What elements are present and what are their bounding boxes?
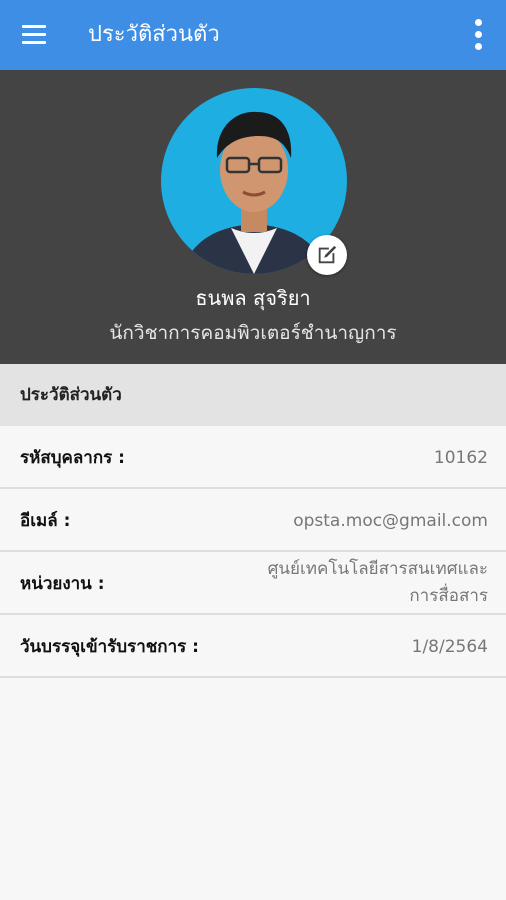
- app-bar: ประวัติส่วนตัว: [0, 0, 506, 70]
- employee-id-label: รหัสบุคลากร :: [20, 448, 125, 468]
- department-label: หน่วยงาน :: [20, 574, 105, 594]
- start-date-label: วันบรรจุเข้ารับราชการ :: [20, 637, 199, 657]
- profile-position: นักวิชาการคอมพิวเตอร์ชำนาญการ: [109, 322, 397, 344]
- info-row-employee-id: รหัสบุคลากร : 10162: [0, 426, 506, 489]
- edit-profile-button[interactable]: [307, 235, 347, 275]
- section-title: ประวัติส่วนตัว: [20, 385, 122, 405]
- department-value-line2: การสื่อสาร: [409, 586, 488, 606]
- hamburger-menu-icon[interactable]: [22, 25, 48, 45]
- employee-id-value: 10162: [433, 448, 488, 468]
- info-row-start-date: วันบรรจุเข้ารับราชการ : 1/8/2564: [0, 615, 506, 678]
- more-options-icon[interactable]: [470, 18, 486, 52]
- profile-header: ธนพล สุจริยา นักวิชาการคอมพิวเตอร์ชำนาญก…: [0, 70, 506, 364]
- start-date-value: 1/8/2564: [411, 637, 488, 657]
- page-title: ประวัติส่วนตัว: [88, 22, 220, 47]
- info-row-department: หน่วยงาน : ศูนย์เทคโนโลยีสารสนเทศและ การ…: [0, 552, 506, 615]
- profile-name: ธนพล สุจริยา: [195, 286, 311, 310]
- info-row-email: อีเมล์ : opsta.moc@gmail.com: [0, 489, 506, 552]
- email-value: opsta.moc@gmail.com: [293, 511, 488, 531]
- department-value-line1: ศูนย์เทคโนโลยีสารสนเทศและ: [267, 559, 488, 579]
- edit-icon: [318, 245, 337, 264]
- section-header: ประวัติส่วนตัว: [0, 364, 506, 426]
- email-label: อีเมล์ :: [20, 511, 71, 531]
